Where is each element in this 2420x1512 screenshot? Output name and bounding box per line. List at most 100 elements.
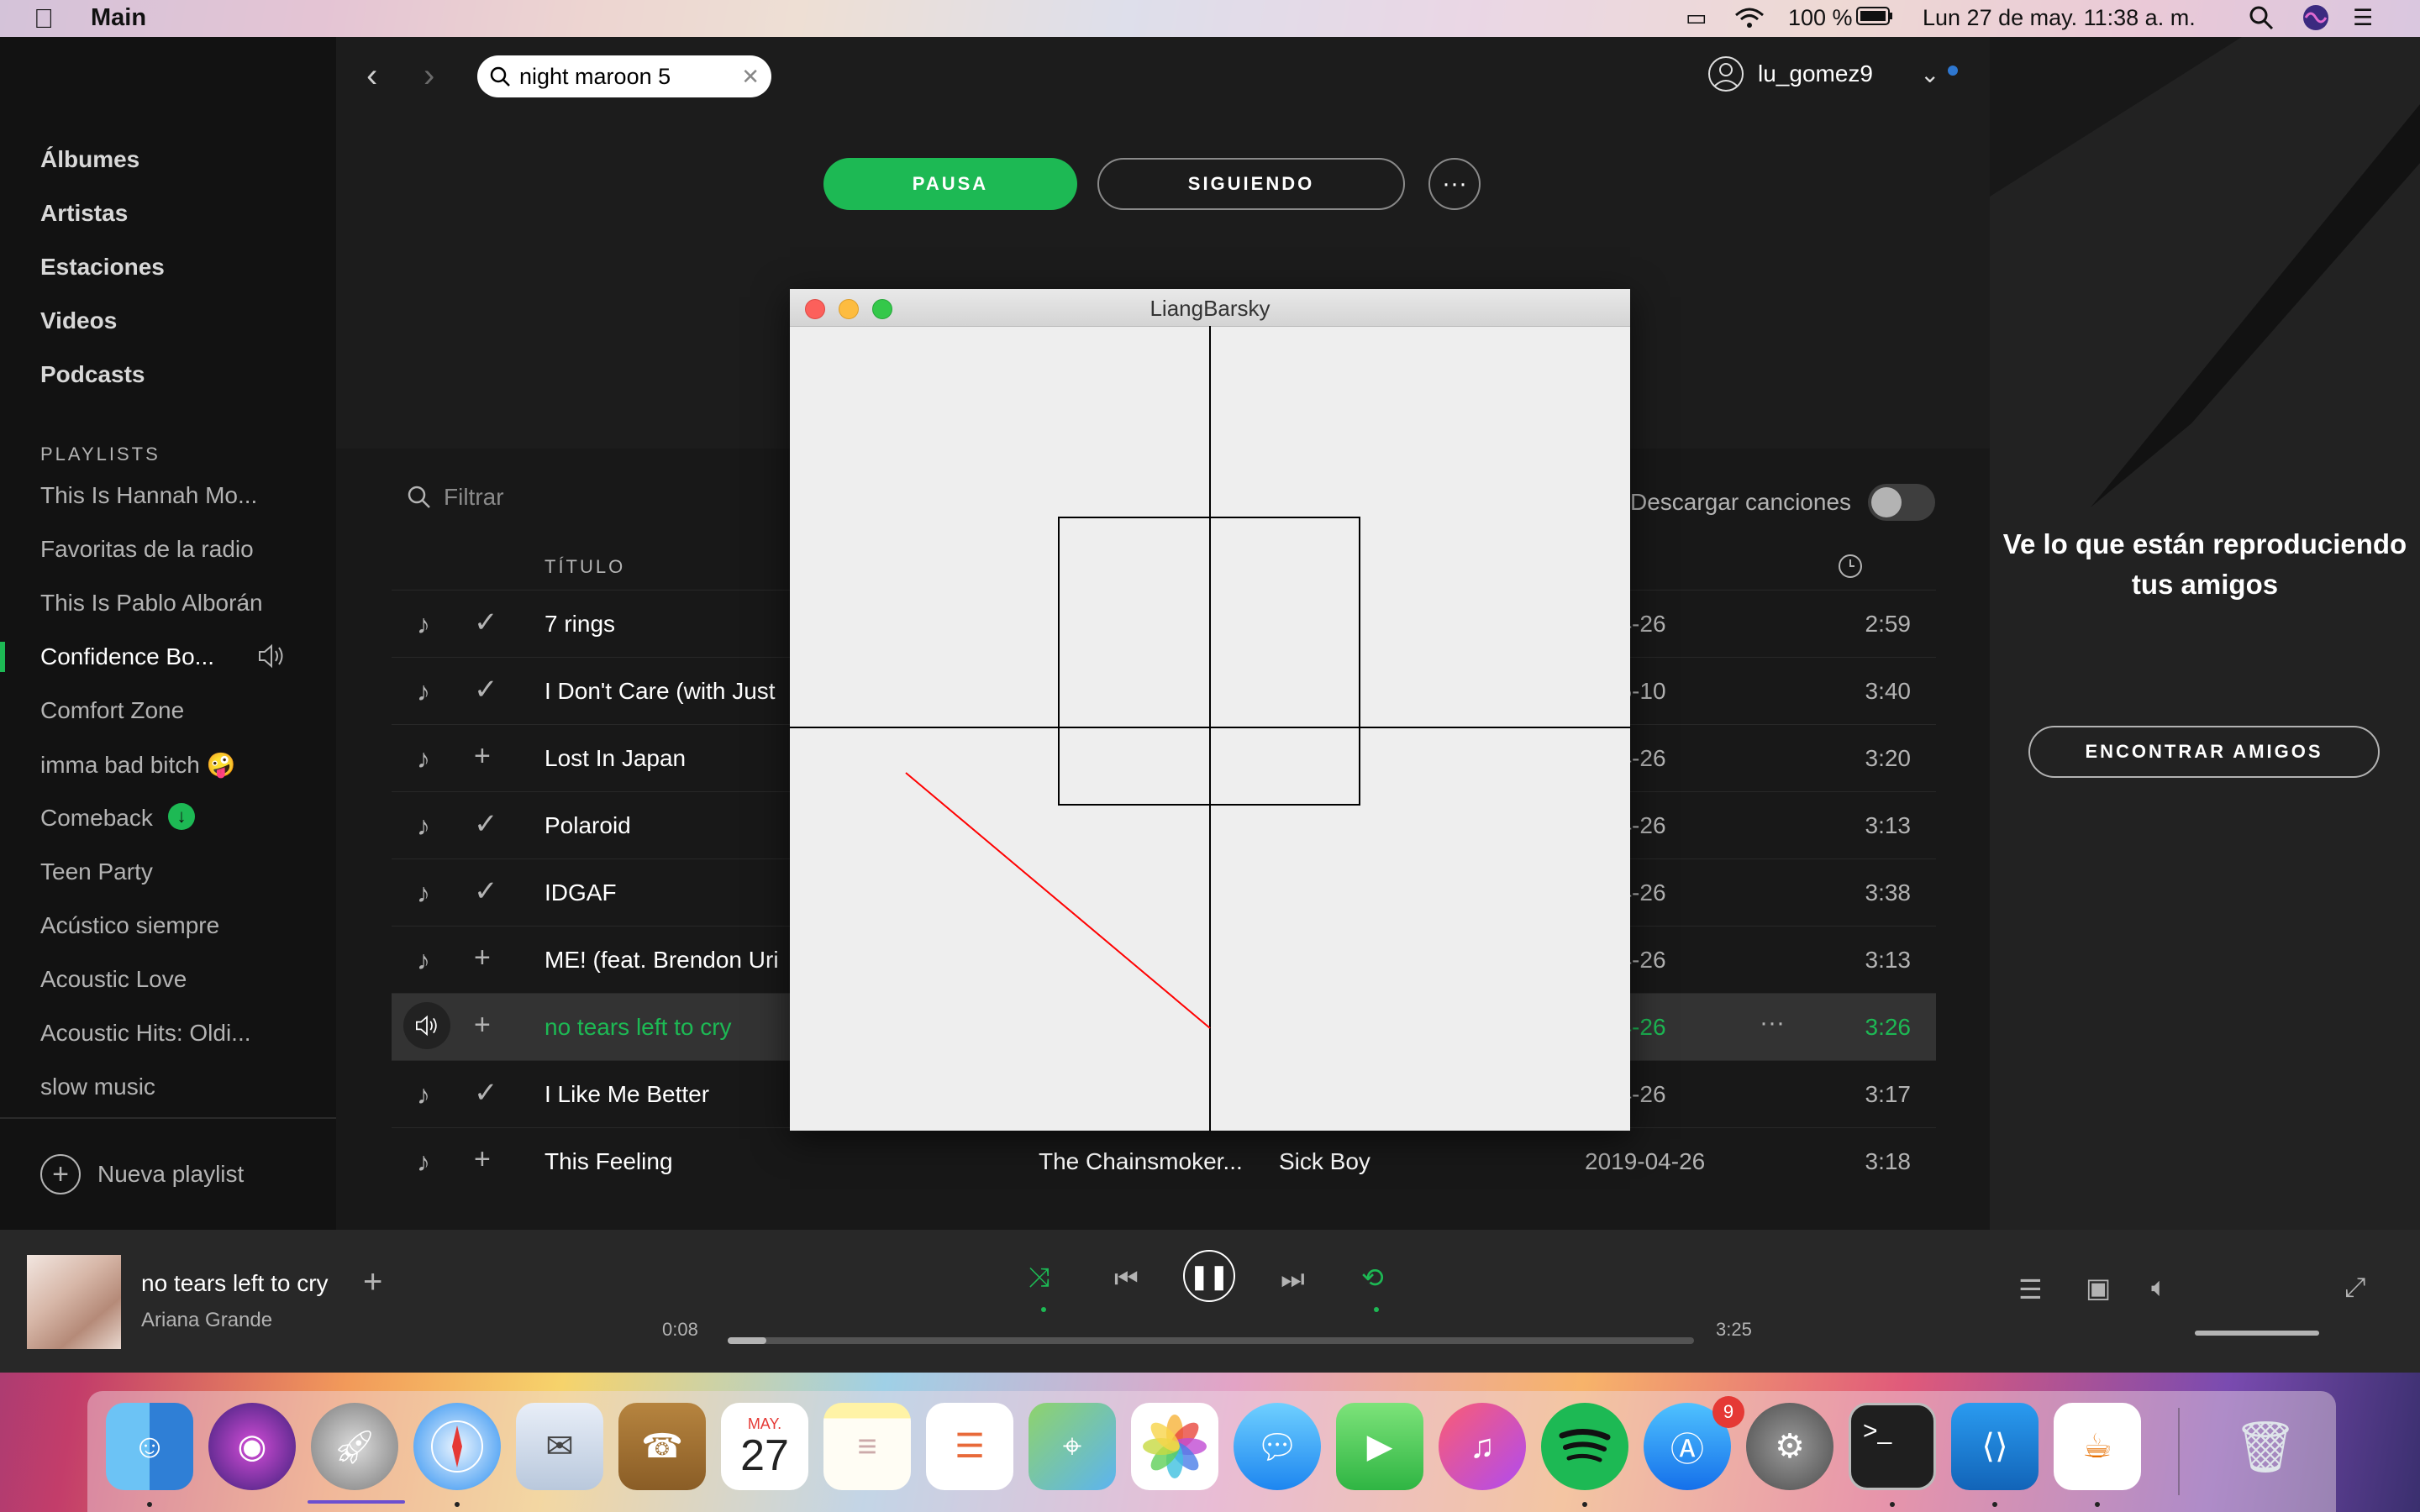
playing-speaker-icon[interactable] [403,1002,450,1049]
music-note-icon[interactable]: ♪ [417,1079,430,1110]
now-playing-artist[interactable]: Ariana Grande [141,1309,272,1332]
playlist-item[interactable]: slow music [40,1074,155,1100]
facetime-icon[interactable]: ▶ [1336,1403,1423,1490]
more-options-button[interactable]: ··· [1428,158,1481,210]
add-plus-icon[interactable]: + [474,1143,491,1176]
track-album[interactable]: Sick Boy [1279,1148,1370,1175]
saved-check-icon[interactable]: ✓ [474,1076,498,1110]
track-title[interactable]: Lost In Japan [544,745,686,772]
new-playlist-button[interactable]: + Nueva playlist [40,1154,244,1194]
track-title[interactable]: This Feeling [544,1148,673,1175]
volume-slider[interactable] [2195,1331,2319,1336]
nav-videos[interactable]: Videos [40,307,117,334]
row-more-options-icon[interactable]: ··· [1760,1009,1785,1037]
find-friends-button[interactable]: ENCONTRAR AMIGOS [2028,726,2380,778]
saved-check-icon[interactable]: ✓ [474,673,498,706]
track-title[interactable]: I Don't Care (with Just [544,678,776,705]
pause-playback-button[interactable]: ❚❚ [1183,1250,1235,1302]
menubar-clock[interactable]: Lun 27 de may. 11:38 a. m. [1923,5,2196,31]
notification-center-icon[interactable]: ☰ [2353,5,2373,31]
user-menu[interactable]: lu_gomez9 ⌄ [1707,55,1939,92]
system-preferences-icon[interactable]: ⚙ [1746,1403,1833,1490]
save-track-plus-icon[interactable]: + [363,1263,382,1301]
music-note-icon[interactable]: ♪ [417,1147,430,1178]
siri-dock-icon[interactable]: ◉ [208,1403,296,1490]
itunes-icon[interactable]: ♫ [1439,1403,1526,1490]
table-row[interactable]: ♪ + This Feeling The Chainsmoker... Sick Boy… [392,1127,1936,1195]
track-title[interactable]: no tears left to cry [544,1014,732,1041]
following-button[interactable]: SIGUIENDO [1097,158,1405,210]
photos-icon[interactable] [1131,1403,1218,1490]
track-artist[interactable]: The Chainsmoker... [1039,1148,1243,1175]
playlist-item[interactable]: imma bad bitch 🤪 [40,751,236,779]
playlist-item[interactable]: This Is Pablo Alborán [40,590,263,617]
pause-button[interactable]: PAUSA [823,158,1077,210]
java-app-icon[interactable]: ☕︎ [2054,1403,2141,1490]
airplay-icon[interactable]: ▭ [1686,5,1707,31]
mail-icon[interactable]: ✉ [516,1403,603,1490]
playlist-item[interactable]: Comeback [40,805,153,832]
fullscreen-icon[interactable]: ⤢ [2344,1272,2366,1304]
terminal-icon[interactable]: >_ [1849,1403,1936,1490]
nav-stations[interactable]: Estaciones [40,254,165,281]
column-header-title[interactable]: TÍTULO [544,556,625,578]
music-note-icon[interactable]: ♪ [417,945,430,976]
album-art[interactable] [27,1255,121,1349]
playlist-item[interactable]: This Is Hannah Mo... [40,482,257,509]
launchpad-icon[interactable]: 🚀︎ [311,1403,398,1490]
saved-check-icon[interactable]: ✓ [474,606,498,639]
spotlight-search-icon[interactable] [2249,5,2274,36]
vscode-icon[interactable]: ⟨⟩ [1951,1403,2039,1490]
repeat-icon[interactable]: ⟲ [1361,1262,1384,1294]
saved-check-icon[interactable]: ✓ [474,874,498,908]
track-title[interactable]: 7 rings [544,611,615,638]
nav-artists[interactable]: Artistas [40,200,128,227]
contacts-icon[interactable]: ☎ [618,1403,706,1490]
track-title[interactable]: ME! (feat. Brendon Uri [544,947,779,974]
playlist-item-active[interactable]: Confidence Bo... [40,643,214,670]
search-input[interactable]: night maroon 5 ✕ [477,55,771,97]
music-note-icon[interactable]: ♪ [417,743,430,774]
volume-icon[interactable]: 🔈︎ [2151,1272,2167,1304]
filter-input[interactable]: Filtrar [407,484,504,511]
back-arrow-icon[interactable]: ‹ [366,57,377,95]
maps-icon[interactable]: ⌖ [1028,1403,1116,1490]
finder-icon[interactable]: ☺ [106,1403,193,1490]
music-note-icon[interactable]: ♪ [417,811,430,842]
add-plus-icon[interactable]: + [474,942,491,974]
add-plus-icon[interactable]: + [474,1009,491,1042]
spotify-dock-icon[interactable] [1541,1403,1628,1490]
nav-albums[interactable]: Álbumes [40,146,139,173]
calendar-icon[interactable]: MAY. 27 [721,1403,808,1490]
messages-icon[interactable]: 💬︎ [1234,1403,1321,1490]
notes-icon[interactable]: ≡ [823,1403,911,1490]
playlist-item[interactable]: Acústico siempre [40,912,219,939]
reminders-icon[interactable]: ☰ [926,1403,1013,1490]
trash-icon[interactable]: 🗑︎ [2222,1403,2309,1490]
add-plus-icon[interactable]: + [474,740,491,773]
playlist-item[interactable]: Teen Party [40,858,153,885]
track-title[interactable]: IDGAF [544,879,617,906]
saved-check-icon[interactable]: ✓ [474,807,498,841]
shuffle-icon[interactable]: ⤨ [1028,1262,1050,1294]
wifi-icon[interactable] [1733,5,1766,36]
nav-podcasts[interactable]: Podcasts [40,361,145,388]
playlist-item[interactable]: Acoustic Love [40,966,187,993]
app-menu-name[interactable]: Main [91,4,146,32]
apple-menu-icon[interactable]:  [34,3,54,34]
playlist-item[interactable]: Acoustic Hits: Oldi... [40,1020,251,1047]
music-note-icon[interactable]: ♪ [417,609,430,640]
playlist-item[interactable]: Favoritas de la radio [40,536,254,563]
liangbarsky-titlebar[interactable]: LiangBarsky [790,289,1630,327]
queue-icon[interactable]: ☰ [2018,1273,2043,1305]
next-track-icon[interactable]: ⏭ [1281,1263,1305,1295]
devices-icon[interactable]: ▣ [2086,1272,2111,1304]
music-note-icon[interactable]: ♪ [417,878,430,909]
playlist-item[interactable]: Comfort Zone [40,697,184,724]
battery-icon[interactable] [1855,5,1894,33]
track-title[interactable]: I Like Me Better [544,1081,709,1108]
clear-search-icon[interactable]: ✕ [741,64,760,90]
now-playing-title[interactable]: no tears left to cry [141,1270,329,1297]
safari-icon[interactable] [413,1403,501,1490]
previous-track-icon[interactable]: ⏮ [1114,1263,1139,1295]
